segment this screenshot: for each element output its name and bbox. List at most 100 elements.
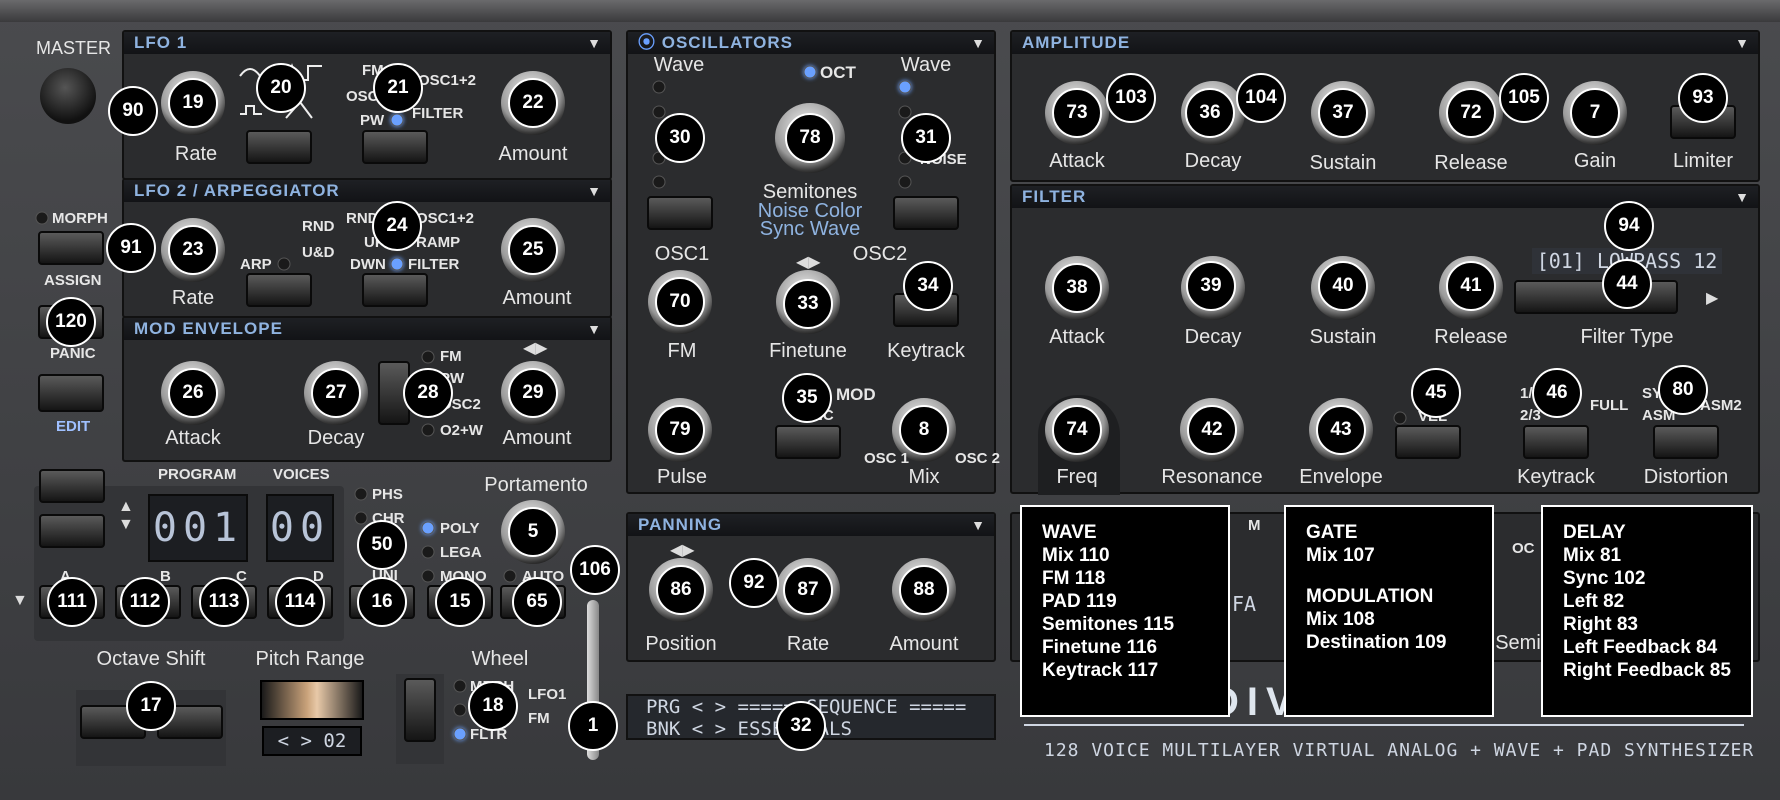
vel-led[interactable] [1393,411,1407,425]
osc2-wave-led-4[interactable] [898,175,912,189]
master-knob[interactable] [40,68,96,124]
delay-popup: DELAY Mix 81 Sync 102 Left 82 Right 83 L… [1541,505,1753,717]
collapse-arrow-icon[interactable]: ▼ [587,318,602,340]
popup-line: Mix 81 [1563,545,1622,566]
phs-led[interactable] [354,487,368,501]
lfo1-wave-button[interactable] [246,130,312,164]
modenv-attack-label: Attack [165,427,221,449]
collapse-arrow-icon[interactable]: ▼ [971,514,986,536]
expand-arrow-icon[interactable]: ▼ [12,592,28,610]
filter-sustain-label: Sustain [1309,326,1377,348]
morph-button[interactable] [38,231,104,265]
collapse-arrow-icon[interactable]: ▼ [1735,32,1750,54]
modenv-title: MOD ENVELOPE [134,319,283,338]
osc1-wave-led-2[interactable] [652,105,666,119]
badge: 25 [508,225,558,275]
lega-led[interactable] [421,545,435,559]
badge: 44 [1602,259,1652,309]
octave-shift-label: Octave Shift [96,648,206,670]
osc2-wave-led-2[interactable] [898,105,912,119]
badge: 65 [512,577,562,627]
osc1-wave-led-1[interactable] [652,80,666,94]
badge: 1 [568,701,618,751]
program-number: 001 [148,494,248,562]
badge: 80 [1658,365,1708,415]
lfo2-filter-led[interactable] [390,257,404,271]
chr-led[interactable] [354,511,368,525]
collapse-arrow-icon[interactable]: ▼ [587,180,602,202]
master-label: MASTER [36,38,112,58]
popup-line: WAVE [1042,522,1097,543]
osc2-wave-button[interactable] [893,196,959,230]
modenv-o2w-label: O2+W [440,422,483,439]
osc-title: OSCILLATORS [661,33,793,52]
mod-label: MOD [836,385,876,404]
wheel-fltr-led[interactable] [453,727,467,741]
osc1-wave-led-4[interactable] [652,175,666,189]
program-down-button[interactable] [39,514,105,548]
morph-led[interactable] [35,211,49,225]
filter-keytrack-button[interactable] [1523,425,1589,459]
vel-button[interactable] [1395,425,1461,459]
mod-wheel[interactable] [404,678,436,742]
wheel-fm-label: FM [528,710,550,727]
badge: 33 [783,279,833,329]
filter-keytrack-label: Keytrack [1517,466,1595,488]
next-arrow-icon[interactable]: ▶ [1706,288,1718,308]
badge: 93 [1678,73,1728,123]
finetune-label: Finetune [769,340,847,362]
oct-led[interactable] [803,65,817,79]
badge: 37 [1318,88,1368,138]
pan-amount-label: Amount [889,633,959,655]
badge: 74 [1052,405,1102,455]
power-icon[interactable]: ⦿ [638,33,656,52]
osc1-wave-button[interactable] [647,196,713,230]
auto-led[interactable] [503,569,517,583]
lfo1-title: LFO 1 [134,33,188,52]
modenv-decay-label: Decay [307,427,365,449]
lfo2-dest-button[interactable] [362,273,428,307]
filter-header: FILTER ▼ [1012,186,1758,208]
modenv-o2w-led[interactable] [421,423,435,437]
lfo1-filter-led[interactable] [390,113,404,127]
collapse-arrow-icon[interactable]: ▼ [587,32,602,54]
badge: 43 [1316,405,1366,455]
amp-decay-label: Decay [1184,150,1242,172]
osc-keytrack-label: Keytrack [887,340,965,362]
popup-line: FM 118 [1042,568,1106,589]
wheel-morph-led[interactable] [453,679,467,693]
badge: 18 [468,681,518,731]
freq-label: Freq [1056,466,1098,488]
envelope-label: Envelope [1299,466,1383,488]
badge: 87 [783,565,833,615]
modenv-fm-led[interactable] [421,350,435,364]
osc2-wave-led-1[interactable] [898,80,912,94]
edit-button[interactable] [38,374,104,412]
filter-type-selector[interactable] [1514,280,1678,314]
badge: 5 [508,507,558,557]
lfo1-filter-label: FILTER [412,105,464,122]
distortion-button[interactable] [1653,425,1719,459]
sync-button[interactable] [775,425,841,459]
collapse-arrow-icon[interactable]: ▼ [971,32,986,54]
poly-led[interactable] [421,521,435,535]
badge: 94 [1604,201,1654,251]
program-up-button[interactable] [39,469,105,503]
modenv-header: MOD ENVELOPE ▼ [124,318,610,340]
lfo2-osc12-label: OSC1+2 [416,210,474,227]
popup-gap [1306,567,1492,585]
pitch-bend-wheel[interactable] [260,680,364,720]
collapse-arrow-icon[interactable]: ▼ [1735,186,1750,208]
lfo2-arp-led[interactable] [277,257,291,271]
limiter-label: Limiter [1672,150,1734,172]
lfo2-wave-button[interactable] [246,273,312,307]
wheel-fm-led[interactable] [453,703,467,717]
badge: 86 [656,565,706,615]
up-down-arrows-icon: ▲ ▼ [118,498,134,533]
pitch-range-value[interactable]: < > 02 [262,726,362,756]
mono-led[interactable] [421,569,435,583]
popup-line: Right Feedback 85 [1563,660,1731,681]
badge: 29 [508,368,558,418]
voices-label: VOICES [273,466,330,483]
lfo1-dest-button[interactable] [362,130,428,164]
